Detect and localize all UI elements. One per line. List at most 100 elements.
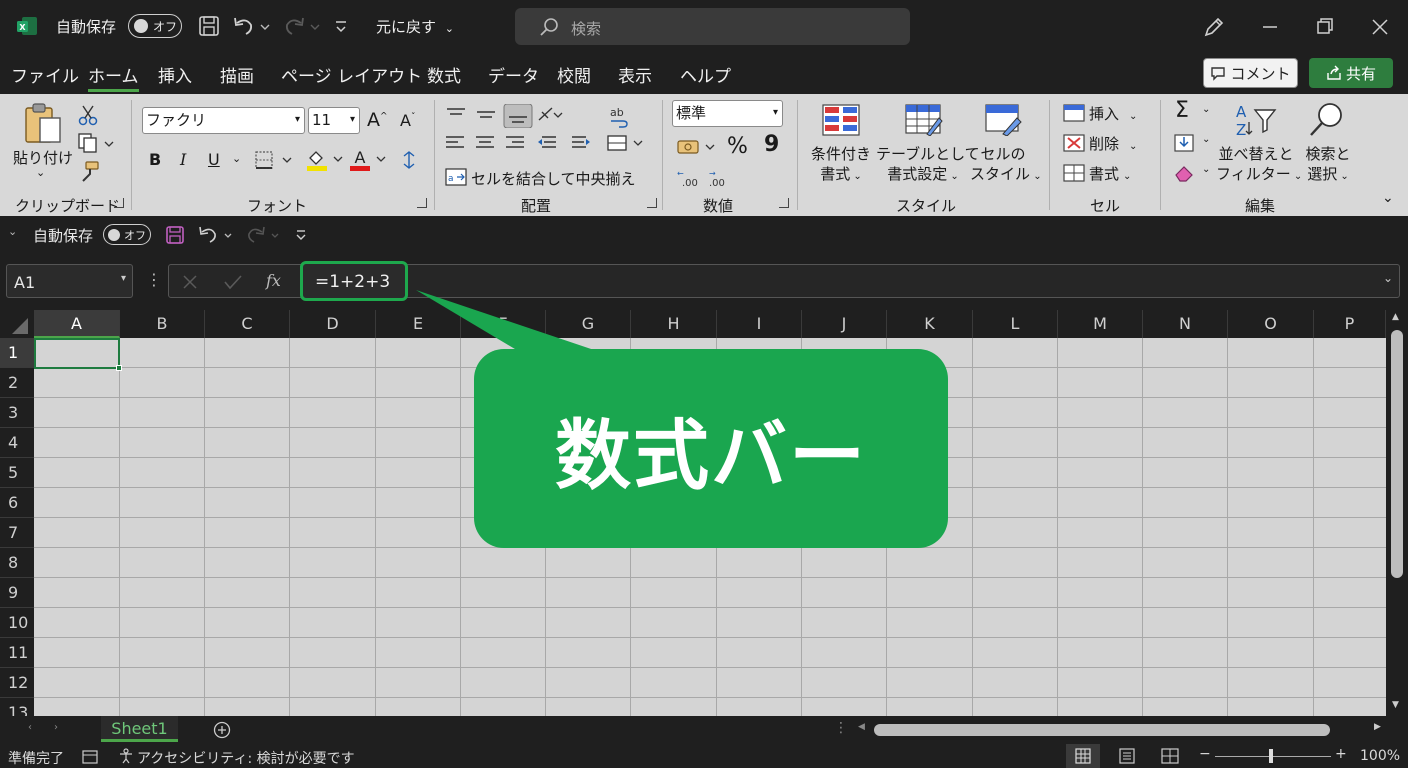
comment-button[interactable]: コメント	[1203, 58, 1298, 88]
merge-center-icon[interactable]: a	[445, 168, 467, 186]
save-icon[interactable]	[165, 225, 185, 245]
qat-autosave-toggle[interactable]: オフ	[103, 224, 151, 245]
row-header-13[interactable]: 13	[0, 698, 34, 716]
horizontal-scroll-thumb[interactable]	[874, 724, 1330, 736]
confirm-formula-icon[interactable]	[223, 273, 243, 291]
font-name-dropdown[interactable]: ファクリ ▾	[142, 107, 305, 134]
scroll-right-icon[interactable]: ▶	[1374, 722, 1381, 732]
column-header-l[interactable]: L	[973, 310, 1058, 338]
format-as-table-icon[interactable]	[905, 104, 943, 136]
minimize-icon[interactable]	[1257, 14, 1283, 40]
column-header-c[interactable]: C	[205, 310, 290, 338]
column-header-e[interactable]: E	[376, 310, 461, 338]
autosave-toggle[interactable]: オフ	[128, 14, 182, 38]
borders-icon[interactable]	[254, 150, 294, 170]
customize-qat-icon[interactable]	[295, 228, 307, 242]
tab-home[interactable]: ホーム	[88, 62, 139, 92]
merge-center-button[interactable]: セルを結合して中央揃え	[471, 168, 636, 189]
fill-handle[interactable]	[116, 365, 122, 371]
chevron-down-icon[interactable]: ⌄	[1202, 164, 1210, 175]
insert-function-button[interactable]: fx	[266, 271, 281, 290]
collapse-ribbon-icon[interactable]: ⌄	[1382, 190, 1394, 206]
more-options-icon[interactable]: ⋮	[146, 270, 162, 289]
delete-cells-button[interactable]: 削除 ⌄	[1089, 133, 1137, 154]
copy-icon[interactable]	[76, 132, 116, 154]
merge-dropdown-icon[interactable]	[606, 134, 646, 152]
percent-button[interactable]: %	[727, 134, 748, 159]
redo-icon[interactable]	[282, 15, 322, 37]
vertical-scroll-thumb[interactable]	[1391, 330, 1403, 578]
sort-filter-icon[interactable]: A Z	[1233, 102, 1277, 138]
fill-color-icon[interactable]	[305, 148, 345, 172]
column-header-o[interactable]: O	[1228, 310, 1314, 338]
column-header-a[interactable]: A	[34, 310, 120, 338]
sort-filter-button[interactable]: 並べ替えと フィルター ⌄	[1216, 144, 1302, 187]
zoom-slider-thumb[interactable]	[1269, 749, 1273, 763]
fill-icon[interactable]	[1173, 134, 1195, 152]
search-box[interactable]: 検索	[515, 8, 910, 45]
share-button[interactable]: 共有	[1309, 58, 1393, 88]
tab-page-layout[interactable]: ページ レイアウト	[281, 62, 422, 87]
delete-cells-icon[interactable]	[1063, 134, 1085, 152]
paste-label[interactable]: 貼り付け	[13, 147, 73, 168]
formula-input[interactable]: =1+2+3	[300, 261, 408, 301]
customize-qat-icon[interactable]	[334, 18, 348, 34]
cell-styles-button[interactable]: セルの スタイル ⌄	[970, 144, 1042, 187]
zoom-out-icon[interactable]: −	[1199, 746, 1211, 762]
row-header-1[interactable]: 1	[0, 338, 34, 368]
number-format-dropdown[interactable]: 標準 ▾	[672, 100, 783, 127]
row-header-5[interactable]: 5	[0, 458, 34, 488]
column-header-b[interactable]: B	[120, 310, 205, 338]
tab-review[interactable]: 校閲	[557, 62, 591, 87]
column-header-g[interactable]: G	[546, 310, 631, 338]
chevron-down-icon[interactable]: ⌄	[8, 225, 17, 238]
underline-button[interactable]: U	[208, 150, 220, 169]
add-sheet-icon[interactable]	[213, 721, 231, 739]
zoom-slider[interactable]	[1215, 756, 1331, 757]
grow-font-button[interactable]: A^	[367, 109, 388, 131]
horizontal-scrollbar[interactable]: ◀ ▶	[856, 722, 1386, 738]
pen-icon[interactable]	[1201, 14, 1227, 40]
name-box[interactable]: A1 ▾	[6, 264, 133, 298]
font-size-dropdown[interactable]: 11 ▾	[308, 107, 360, 134]
row-header-6[interactable]: 6	[0, 488, 34, 518]
conditional-format-button[interactable]: 条件付き 書式 ⌄	[808, 144, 874, 187]
undo-title-button[interactable]: 元に戻す ⌄	[376, 16, 454, 37]
close-icon[interactable]	[1367, 14, 1393, 40]
vertical-align-icons[interactable]	[444, 104, 564, 128]
sheet-tab-sheet1[interactable]: Sheet1	[101, 716, 178, 742]
accessibility-status[interactable]: アクセシビリティ: 検討が必要です	[137, 748, 355, 768]
active-cell-a1[interactable]	[34, 338, 122, 371]
autosum-icon[interactable]: Σ	[1175, 98, 1189, 123]
row-header-3[interactable]: 3	[0, 398, 34, 428]
accessibility-icon[interactable]	[118, 748, 134, 764]
column-header-i[interactable]: I	[717, 310, 802, 338]
zoom-level[interactable]: 100%	[1360, 748, 1400, 764]
restore-icon[interactable]	[1312, 14, 1338, 40]
row-header-4[interactable]: 4	[0, 428, 34, 458]
font-launcher-icon[interactable]	[417, 198, 427, 208]
column-header-m[interactable]: M	[1058, 310, 1143, 338]
redo-icon[interactable]	[245, 225, 283, 245]
tab-file[interactable]: ファイル	[11, 62, 79, 87]
row-header-8[interactable]: 8	[0, 548, 34, 578]
cancel-formula-icon[interactable]	[181, 273, 199, 291]
chevron-down-icon[interactable]: ⌄	[232, 152, 241, 165]
column-header-d[interactable]: D	[290, 310, 376, 338]
undo-icon[interactable]	[232, 15, 272, 37]
horizontal-align-icons[interactable]	[444, 134, 594, 150]
conditional-format-icon[interactable]	[822, 104, 860, 136]
column-header-p[interactable]: P	[1314, 310, 1386, 338]
page-layout-view-icon[interactable]	[1118, 748, 1136, 764]
font-color-icon[interactable]: A	[350, 148, 390, 172]
vertical-scrollbar[interactable]: ▲ ▼	[1386, 310, 1408, 716]
row-header-12[interactable]: 12	[0, 668, 34, 698]
column-header-n[interactable]: N	[1143, 310, 1228, 338]
currency-icon[interactable]	[676, 136, 720, 158]
paste-icon[interactable]	[22, 102, 64, 146]
previous-sheet-icon[interactable]: ‹	[28, 722, 32, 733]
tab-draw[interactable]: 描画	[220, 62, 254, 87]
bold-button[interactable]: B	[149, 150, 161, 169]
save-icon[interactable]	[198, 15, 220, 37]
number-launcher-icon[interactable]	[779, 198, 789, 208]
